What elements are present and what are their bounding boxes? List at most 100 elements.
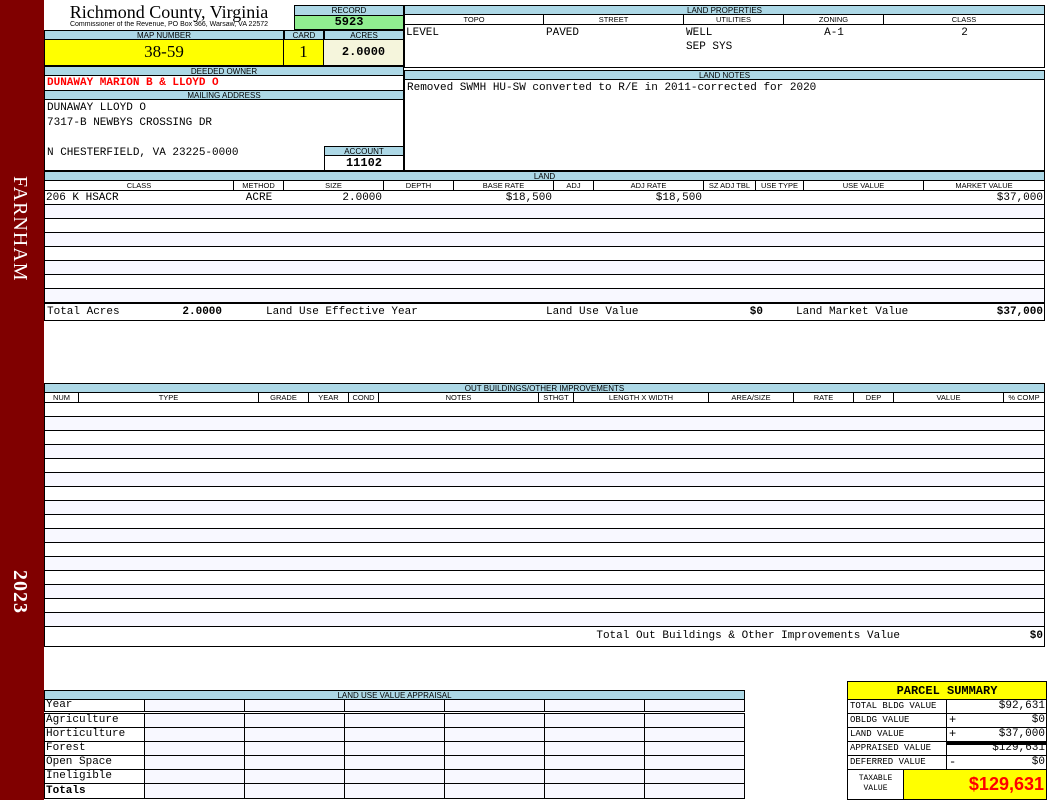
outbuilding-row	[44, 445, 1045, 459]
land-use-cell	[645, 770, 745, 784]
outbuilding-column-header: TYPE	[79, 393, 259, 403]
outbuilding-column-header: % COMP	[1004, 393, 1045, 403]
land-use-cell	[645, 742, 745, 756]
taxable-value: $129,631	[904, 770, 1047, 800]
outbuilding-column-header: COND	[349, 393, 379, 403]
record-label: RECORD	[294, 5, 404, 16]
land-use-cell	[545, 728, 645, 742]
land-use-effective-year-label: Land Use Effective Year	[266, 306, 418, 318]
land-property-value: LEVEL	[406, 27, 440, 39]
parcel-summary-value: $92,631	[998, 700, 1045, 712]
outbuilding-row	[44, 501, 1045, 515]
land-use-cell	[445, 700, 545, 712]
account-value: 11102	[324, 156, 404, 171]
land-use-cell	[345, 756, 445, 770]
land-use-cell	[245, 728, 345, 742]
outbuilding-column-header: VALUE	[894, 393, 1004, 403]
outbuilding-row	[44, 431, 1045, 445]
land-column-header: DEPTH	[384, 181, 454, 191]
land-use-cell	[245, 700, 345, 712]
land-property-column-header: TOPO	[404, 15, 544, 25]
land-property-column-header: STREET	[544, 15, 684, 25]
mailing-address-label: MAILING ADDRESS	[44, 90, 404, 100]
outbuilding-column-header: NUM	[44, 393, 79, 403]
land-column-header: ADJ	[554, 181, 594, 191]
tax-year: 2023	[9, 570, 31, 614]
parcel-summary-label: APPRAISED VALUE	[847, 742, 947, 756]
land-market-value: $37,000	[996, 306, 1043, 318]
land-use-cell	[445, 728, 545, 742]
land-use-cell	[145, 784, 245, 799]
land-properties-label: LAND PROPERTIES	[404, 5, 1045, 15]
land-use-row-label: Ineligible	[46, 770, 113, 782]
land-use-cell	[145, 742, 245, 756]
land-use-cell	[545, 742, 645, 756]
mailing-address-line: DUNAWAY LLOYD O	[47, 102, 147, 114]
land-column-header: CLASS	[44, 181, 234, 191]
parcel-summary-value: $0	[1031, 714, 1045, 726]
land-use-cell	[445, 770, 545, 784]
land-use-value: $0	[749, 306, 763, 318]
land-use-cell	[245, 784, 345, 799]
land-column-header: BASE RATE	[454, 181, 554, 191]
outbuilding-row	[44, 557, 1045, 571]
land-notes-label: LAND NOTES	[404, 70, 1045, 80]
land-use-cell	[345, 770, 445, 784]
land-property-value: PAVED	[546, 27, 580, 39]
land-row	[44, 289, 1045, 303]
taxable-value-label: TAXABLE VALUE	[847, 770, 904, 800]
land-use-cell	[345, 728, 445, 742]
land-row	[44, 247, 1045, 261]
account-label: ACCOUNT	[324, 146, 404, 156]
outbuilding-row	[44, 571, 1045, 585]
outbuilding-column-header: LENGTH X WIDTH	[574, 393, 709, 403]
land-use-cell	[645, 728, 745, 742]
land-column-header: USE TYPE	[756, 181, 804, 191]
land-column-header: SZ ADJ TBL	[704, 181, 756, 191]
total-acres-label: Total Acres	[47, 306, 120, 318]
land-column-header: ADJ RATE	[594, 181, 704, 191]
parcel-summary-value: $37,000	[998, 728, 1045, 740]
acres-label: ACRES	[324, 30, 404, 40]
land-column-header: USE VALUE	[804, 181, 924, 191]
land-label: LAND	[44, 171, 1045, 181]
land-use-cell	[545, 784, 645, 799]
land-use-cell	[445, 742, 545, 756]
land-use-cell	[245, 756, 345, 770]
mailing-address-line: 7317-B NEWBYS CROSSING DR	[47, 117, 213, 129]
outbuilding-row	[44, 613, 1045, 627]
card-label: CARD	[284, 30, 324, 40]
land-use-cell	[645, 784, 745, 799]
land-cell: ACRE	[245, 192, 273, 204]
land-use-cell	[645, 714, 745, 728]
outbuilding-column-header: YEAR	[309, 393, 349, 403]
land-property-column-header: UTILITIES	[684, 15, 784, 25]
parcel-summary-label: TOTAL BLDG VALUE	[847, 700, 947, 714]
land-row	[44, 275, 1045, 289]
land-use-cell	[645, 700, 745, 712]
total-acres-value: 2.0000	[182, 306, 222, 318]
year-label: Year	[46, 700, 73, 711]
land-use-cell	[545, 700, 645, 712]
outbuilding-column-header: RATE	[794, 393, 854, 403]
land-use-row-label: Forest	[46, 742, 86, 754]
land-use-row-label: Agriculture	[46, 714, 119, 726]
card-value: 1	[284, 40, 324, 66]
land-column-header: MARKET VALUE	[924, 181, 1045, 191]
parcel-summary-label: LAND VALUE	[847, 728, 947, 742]
land-cell: 2.0000	[342, 192, 382, 204]
office-address: Commissioner of the Revenue, PO Box 366,…	[69, 21, 269, 28]
land-use-appraisal-label: LAND USE VALUE APPRAISAL	[44, 690, 745, 700]
map-number-label: MAP NUMBER	[44, 30, 284, 40]
land-cell: 206 K HSACR	[46, 192, 119, 204]
land-use-row-label: Horticulture	[46, 728, 126, 740]
land-cell: $18,500	[655, 192, 702, 204]
land-use-row-label: Open Space	[46, 756, 113, 768]
land-use-cell	[345, 700, 445, 712]
land-notes-text: Removed SWMH HU-SW converted to R/E in 2…	[404, 80, 1045, 171]
outbuilding-row	[44, 515, 1045, 529]
land-use-cell	[145, 728, 245, 742]
land-row	[44, 261, 1045, 275]
map-number-value: 38-59	[44, 40, 284, 66]
land-property-value: 2	[961, 27, 968, 39]
